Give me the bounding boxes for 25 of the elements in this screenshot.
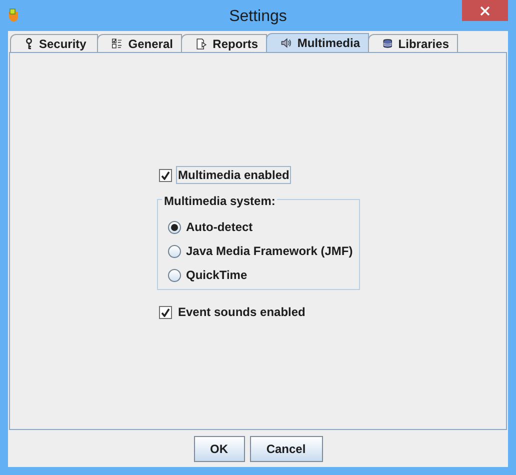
checkbox[interactable] — [159, 306, 172, 318]
checkbox-label: Multimedia enabled — [176, 166, 292, 184]
check-icon — [161, 170, 170, 180]
check-icon — [161, 308, 170, 316]
tab[interactable]: Security — [10, 34, 98, 52]
tab[interactable]: Reports — [181, 34, 267, 52]
database-icon — [383, 37, 392, 50]
checklist-icon — [112, 37, 122, 50]
radio-label: Auto-detect — [186, 219, 253, 236]
radio-label: Java Media Framework (JMF) — [186, 243, 353, 260]
tab[interactable]: Libraries — [368, 34, 458, 52]
key-icon — [25, 38, 33, 50]
radio-button[interactable] — [168, 220, 181, 234]
window-title: Settings — [229, 6, 287, 26]
dialog-button[interactable]: Cancel — [250, 436, 322, 462]
close-button[interactable] — [462, 0, 508, 21]
dialog-button[interactable]: OK — [194, 436, 244, 462]
checkbox-label: Event sounds enabled — [177, 304, 306, 321]
speaker-icon — [281, 36, 292, 50]
radio-button[interactable] — [168, 268, 181, 282]
checkbox[interactable] — [159, 168, 172, 182]
radio-button[interactable] — [168, 244, 181, 258]
tab[interactable]: Multimedia — [266, 33, 369, 52]
close-icon — [480, 6, 490, 16]
radio-label: QuickTime — [186, 267, 248, 284]
